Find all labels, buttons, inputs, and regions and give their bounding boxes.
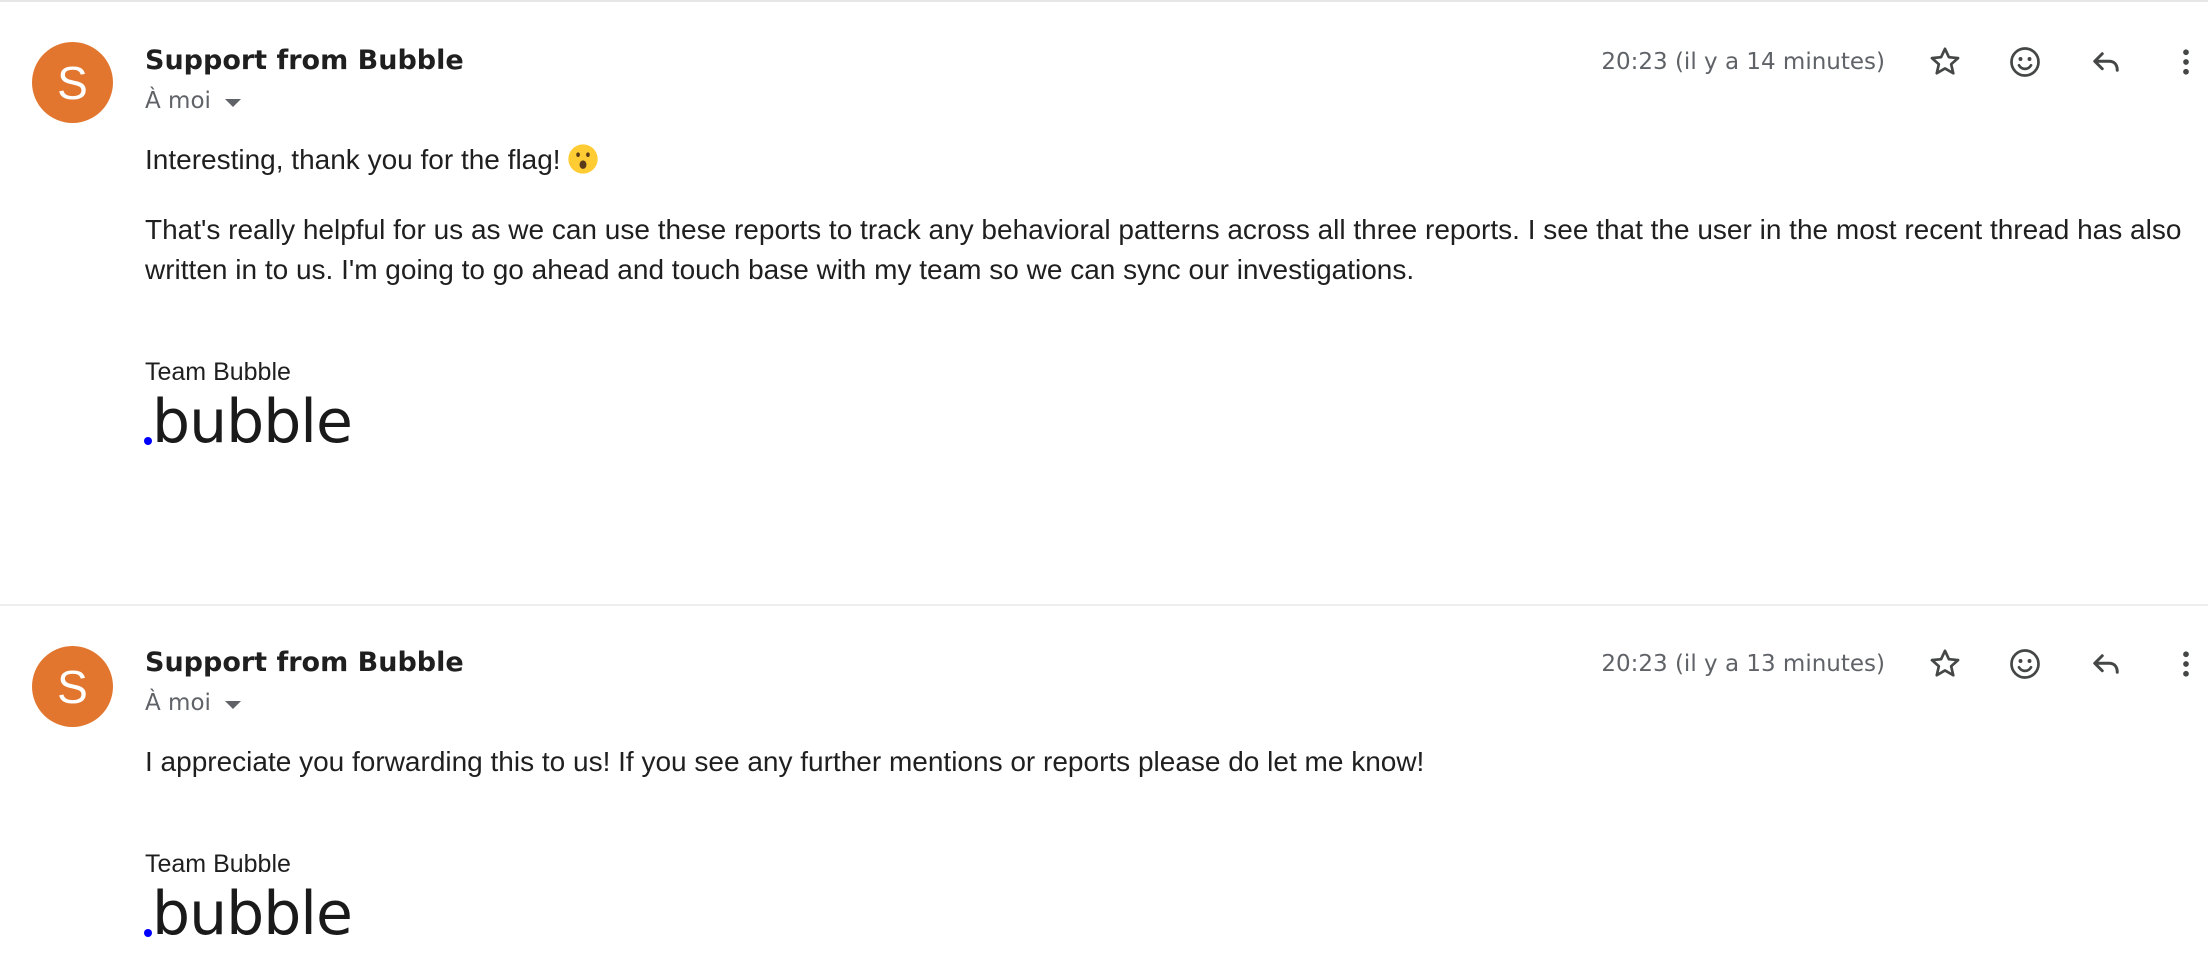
logo-dot	[144, 437, 152, 445]
signature: Team Bubble	[145, 850, 291, 878]
reply-button[interactable]	[2084, 40, 2128, 84]
email-message: S Support from Bubble À moi 20:23 (il y …	[0, 0, 2208, 606]
logo-wordmark: bubble	[152, 387, 353, 457]
email-message: S Support from Bubble À moi 20:23 (il y …	[0, 604, 2208, 968]
reply-icon	[2093, 52, 2119, 72]
astonished-face-emoji	[567, 144, 598, 174]
recipient-dropdown[interactable]: À moi	[145, 88, 241, 114]
signature: Team Bubble	[145, 358, 291, 386]
star-button[interactable]	[1923, 642, 1967, 686]
reply-icon	[2093, 654, 2119, 674]
timestamp: 20:23 (il y a 13 minutes)	[1601, 651, 1885, 677]
star-icon	[1930, 649, 1960, 677]
more-vert-icon	[2183, 651, 2189, 677]
reply-button[interactable]	[2084, 642, 2128, 686]
avatar[interactable]: S	[32, 646, 113, 727]
chevron-down-icon	[224, 700, 241, 709]
message-paragraph: That's really helpful for us as we can u…	[145, 214, 2182, 285]
logo-dot	[144, 929, 152, 937]
more-options-button[interactable]	[2164, 642, 2208, 686]
recipient-dropdown[interactable]: À moi	[145, 690, 241, 716]
message-paragraph: I appreciate you forwarding this to us! …	[145, 746, 1425, 777]
add-reaction-button[interactable]	[2003, 40, 2047, 84]
sender-name[interactable]: Support from Bubble	[145, 45, 464, 76]
avatar[interactable]: S	[32, 42, 113, 123]
logo-wordmark: bubble	[152, 879, 353, 949]
chevron-down-icon	[224, 98, 241, 107]
recipient-label: À moi	[145, 690, 211, 716]
more-options-button[interactable]	[2164, 40, 2208, 84]
star-icon	[1930, 47, 1960, 75]
emoji-reaction-icon	[2010, 649, 2040, 679]
recipient-label: À moi	[145, 88, 211, 114]
star-button[interactable]	[1923, 40, 1967, 84]
timestamp: 20:23 (il y a 14 minutes)	[1601, 49, 1885, 75]
more-vert-icon	[2183, 49, 2189, 75]
emoji-reaction-icon	[2010, 47, 2040, 77]
add-reaction-button[interactable]	[2003, 642, 2047, 686]
message-paragraph: Interesting, thank you for the flag!	[145, 140, 2205, 180]
sender-name[interactable]: Support from Bubble	[145, 647, 464, 678]
